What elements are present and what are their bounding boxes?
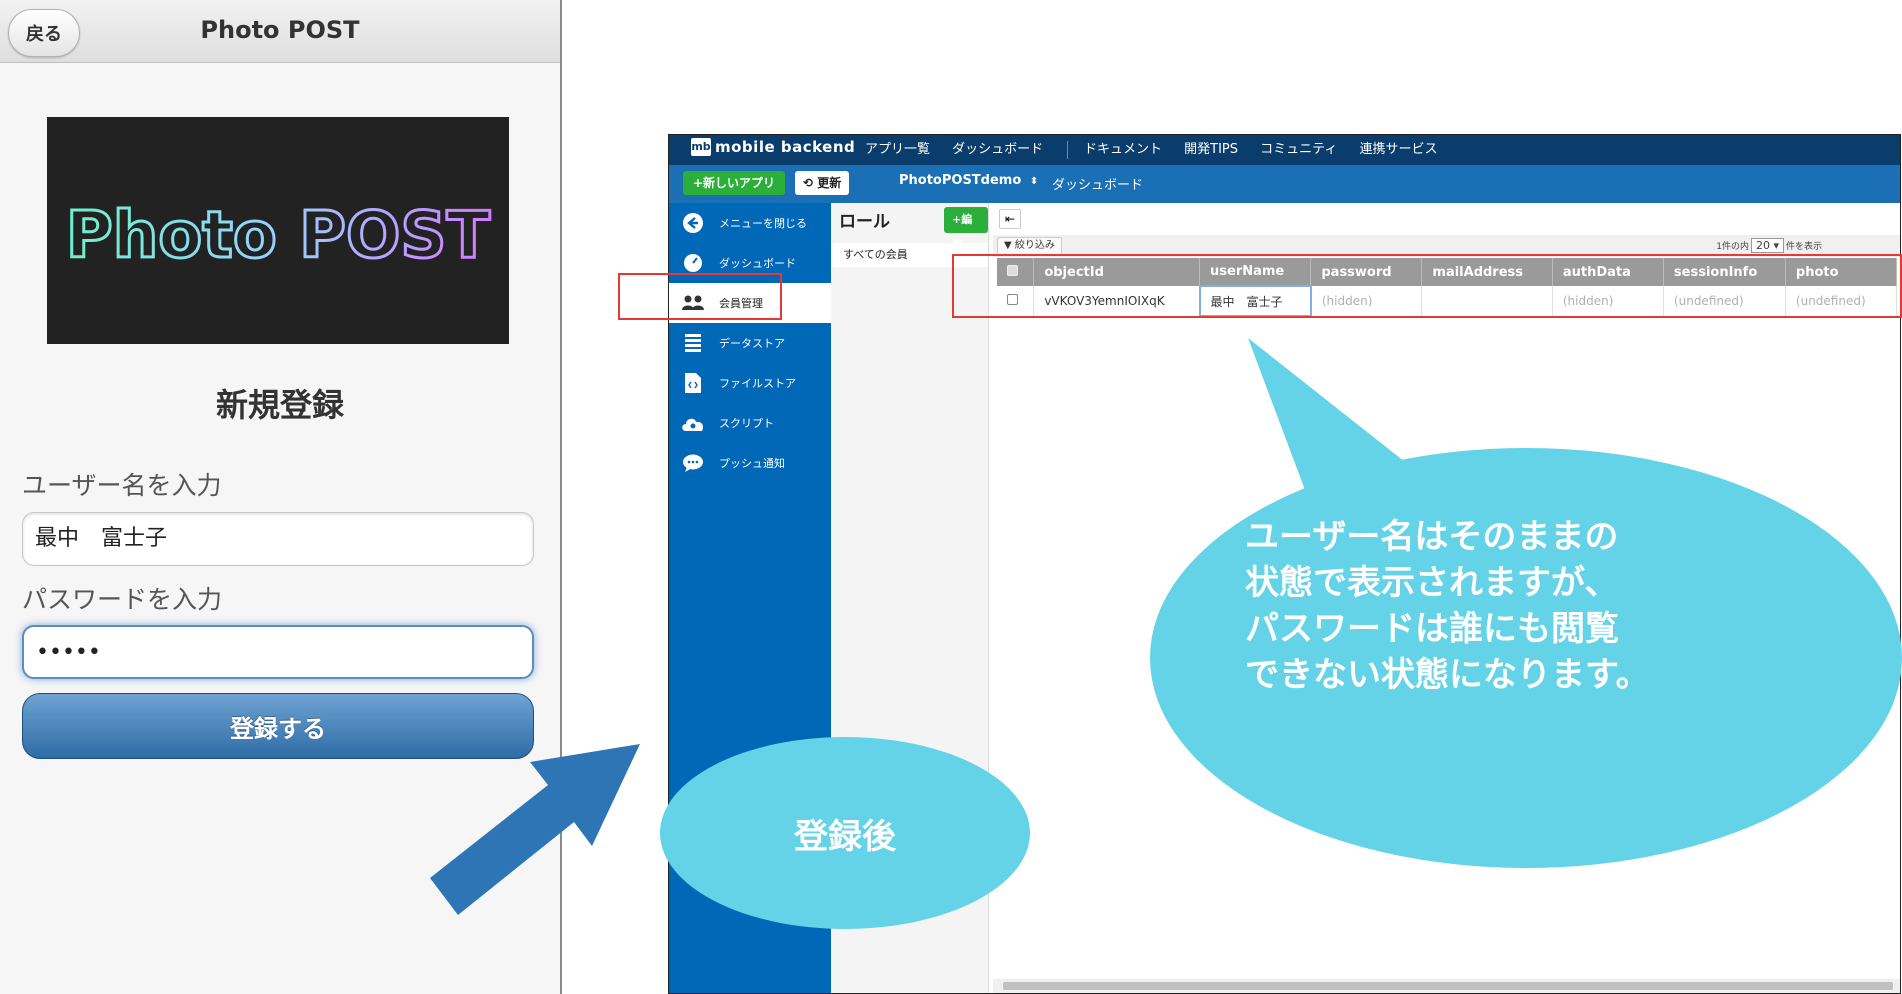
list-icon: [681, 331, 705, 355]
page-size-select[interactable]: 20 ▾: [1750, 238, 1784, 253]
app-selector[interactable]: PhotoPOSTdemo ⬍: [899, 173, 1038, 188]
refresh-button[interactable]: ⟲ 更新: [795, 171, 850, 195]
top-nav-left: アプリ一覧 ダッシュボード: [865, 135, 1061, 165]
horizontal-scrollbar[interactable]: [993, 979, 1900, 993]
collapse-panel-icon[interactable]: ⇤: [999, 209, 1021, 229]
phone-header: Photo POST 戻る: [0, 0, 560, 63]
brand-name: mobile backend: [715, 138, 856, 156]
logo-text: Photo POST: [66, 199, 491, 273]
nav-integrations[interactable]: 連携サービス: [1360, 142, 1438, 157]
nav-divider: [1067, 141, 1068, 159]
photo-post-logo: Photo POST: [47, 117, 509, 344]
cloud-gear-icon: [681, 411, 705, 435]
nav-dashboard[interactable]: ダッシュボード: [952, 142, 1043, 157]
back-button[interactable]: 戻る: [8, 9, 80, 57]
paging-control: 1件の内 20 ▾ 件を表示: [1716, 238, 1822, 253]
username-field[interactable]: 最中 富士子: [22, 512, 534, 566]
sidebar-item-label: ファイルストア: [719, 377, 796, 390]
nav-documents[interactable]: ドキュメント: [1084, 142, 1162, 157]
gauge-icon: [681, 251, 705, 275]
filter-button[interactable]: ▼ 絞り込み: [997, 237, 1062, 255]
sidebar-item-label: プッシュ通知: [719, 457, 785, 470]
password-label: パスワードを入力: [22, 585, 223, 614]
paging-prefix: 1件の内: [1716, 242, 1749, 252]
sidebar-item-push[interactable]: プッシュ通知: [669, 443, 831, 483]
register-heading: 新規登録: [215, 386, 344, 424]
top-nav-right: ドキュメント 開発TIPS コミュニティ 連携サービス: [1084, 135, 1456, 165]
sidebar-item-label: データストア: [719, 337, 785, 350]
sidebar-item-label: スクリプト: [719, 417, 774, 430]
console-subbar: +新しいアプリ ⟲ 更新 PhotoPOSTdemo ⬍ ダッシュボード: [669, 165, 1900, 203]
arrow-right-up-icon: [430, 744, 640, 915]
nav-dev-tips[interactable]: 開発TIPS: [1184, 142, 1238, 157]
funnel-icon: ▼: [1004, 240, 1015, 251]
brand-logo[interactable]: mb mobile backend: [691, 138, 855, 156]
refresh-icon: ⟲: [803, 176, 818, 190]
filter-label: 絞り込み: [1014, 240, 1055, 251]
breadcrumb: ダッシュボード: [1052, 178, 1144, 193]
callout-bubble-small: 登録後: [660, 737, 1030, 929]
callout-text-large: ユーザー名はそのままの 状態で表示されますが、 パスワードは誰にも閲覧 できない…: [1245, 517, 1650, 695]
scrollbar-thumb[interactable]: [1003, 982, 1893, 990]
username-label: ユーザー名を入力: [22, 471, 222, 500]
sidebar-item-close-menu[interactable]: メニューを閉じる: [669, 203, 831, 243]
app-name: PhotoPOSTdemo: [899, 173, 1022, 188]
sidebar-item-datastore[interactable]: データストア: [669, 323, 831, 363]
nav-community[interactable]: コミュニティ: [1260, 142, 1337, 157]
file-code-icon: [681, 371, 705, 395]
highlight-member-row: [952, 254, 1902, 318]
sidebar-item-filestore[interactable]: ファイルストア: [669, 363, 831, 403]
screenshot-stage: Photo POST 戻る Photo POST 新規登録 ユーザー名を入力 最…: [0, 0, 1902, 994]
sidebar-item-label: メニューを閉じる: [719, 217, 807, 230]
role-title: ロール: [839, 212, 890, 232]
console-topbar: mb mobile backend アプリ一覧 ダッシュボード ドキュメント 開…: [669, 135, 1900, 165]
brand-badge: mb: [691, 138, 711, 156]
password-field[interactable]: •••••: [22, 625, 534, 679]
paging-suffix: 件を表示: [1785, 242, 1822, 252]
page-size-value: 20: [1755, 239, 1770, 252]
refresh-label: 更新: [817, 176, 842, 190]
sort-updown-icon: ⬍: [1029, 176, 1039, 187]
chat-bubble-icon: [681, 451, 705, 475]
edit-button[interactable]: +編集 ▼: [944, 207, 988, 252]
arrow-left-circle-icon: [681, 211, 705, 235]
phone-title: Photo POST: [200, 16, 360, 44]
sidebar-item-script[interactable]: スクリプト: [669, 403, 831, 443]
new-app-button[interactable]: +新しいアプリ: [683, 171, 786, 195]
nav-app-list[interactable]: アプリ一覧: [865, 142, 930, 157]
sidebar-item-label: ダッシュボード: [719, 257, 796, 270]
highlight-members-menu: [618, 273, 782, 320]
